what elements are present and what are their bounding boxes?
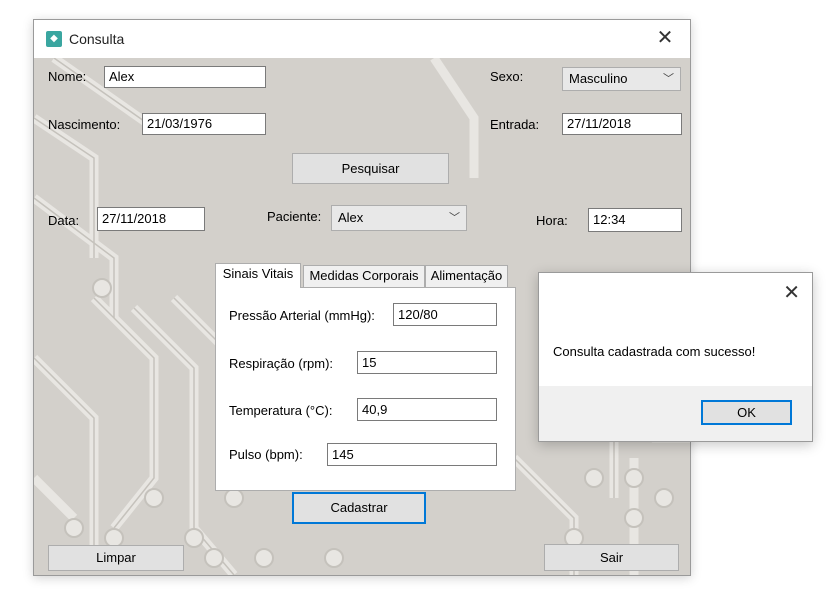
chevron-down-icon: ﹀ [663,73,674,85]
dialog-message: Consulta cadastrada com sucesso! [553,344,756,359]
data-label: Data: [48,213,80,228]
window-close-icon[interactable]: ✕ [654,27,676,49]
temperatura-field[interactable]: 40,9 [357,398,497,421]
data-field[interactable]: 27/11/2018 [97,207,205,231]
tab-medidas-corporais[interactable]: Medidas Corporais [303,265,425,287]
window-title: Consulta [69,31,125,47]
limpar-button[interactable]: Limpar [48,545,184,571]
sair-button[interactable]: Sair [544,544,679,571]
hora-label: Hora: [536,213,568,228]
paciente-select-value: Alex [338,210,364,225]
sexo-select-value: Masculino [569,71,628,86]
nascimento-field[interactable]: 21/03/1976 [142,113,266,135]
message-dialog: ✕ Consulta cadastrada com sucesso! OK [538,272,813,442]
nascimento-label: Nascimento: [48,117,121,132]
pesquisar-button[interactable]: Pesquisar [292,153,449,184]
entrada-field[interactable]: 27/11/2018 [562,113,682,135]
respiracao-label: Respiração (rpm): [229,356,334,371]
tab-alimentacao[interactable]: Alimentação [425,265,508,287]
pressao-field[interactable]: 120/80 [393,303,497,326]
sexo-select[interactable]: Masculino ﹀ [562,67,681,91]
dialog-close-icon[interactable]: ✕ [783,282,800,304]
pulso-field[interactable]: 145 [327,443,497,466]
paciente-label: Paciente: [267,209,322,224]
nome-label: Nome: [48,69,87,84]
entrada-label: Entrada: [490,117,540,132]
temperatura-label: Temperatura (°C): [229,403,333,418]
dialog-footer: OK [539,386,812,441]
sexo-label: Sexo: [490,69,524,84]
app-icon: ◆ [46,31,62,47]
chevron-down-icon: ﹀ [449,212,460,224]
pulso-label: Pulso (bpm): [229,447,303,462]
tab-page-sinais-vitais: Pressão Arterial (mmHg): 120/80 Respiraç… [215,287,516,491]
title-bar: ◆ Consulta ✕ [34,20,690,58]
nome-field[interactable]: Alex [104,66,266,88]
hora-field[interactable]: 12:34 [588,208,682,232]
cadastrar-button[interactable]: Cadastrar [292,492,426,524]
ok-button[interactable]: OK [701,400,792,425]
paciente-select[interactable]: Alex ﹀ [331,205,467,231]
respiracao-field[interactable]: 15 [357,351,497,374]
pressao-label: Pressão Arterial (mmHg): [229,308,375,323]
tab-sinais-vitais[interactable]: Sinais Vitais [215,263,301,288]
